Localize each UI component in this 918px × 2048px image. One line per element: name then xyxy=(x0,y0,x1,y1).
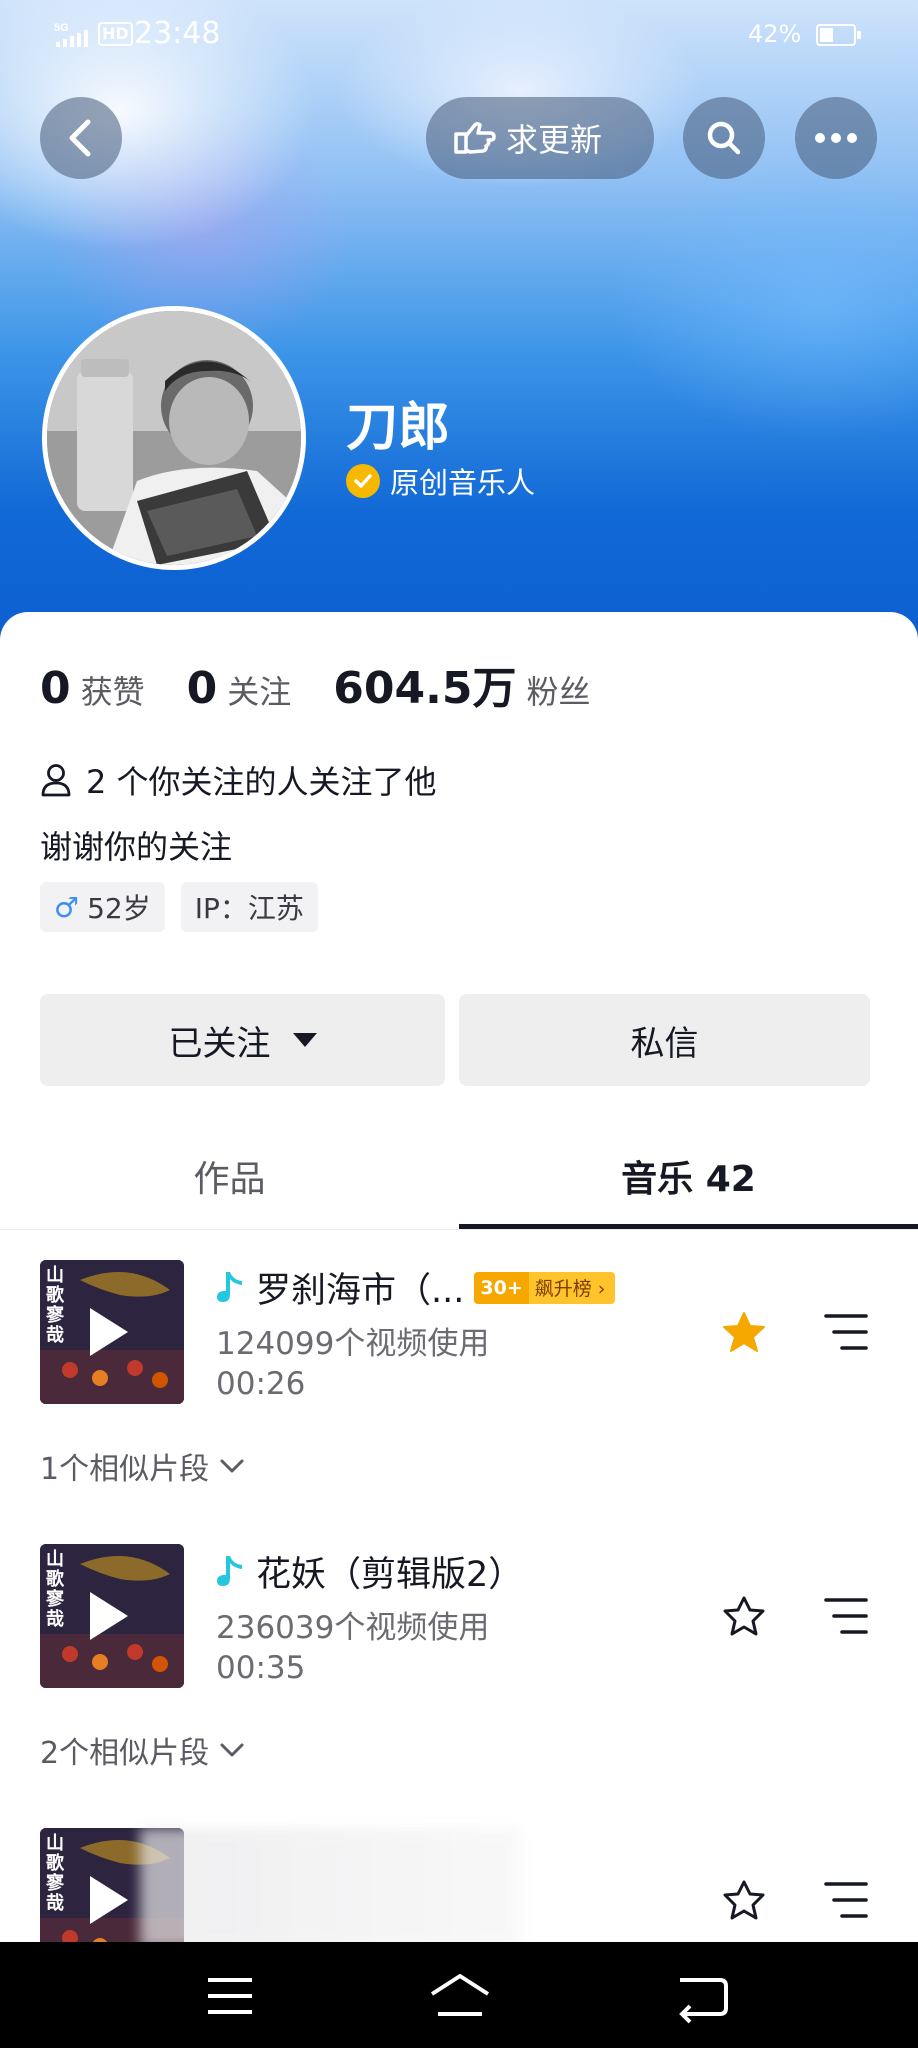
song-usage: 236039个视频使用 xyxy=(216,1610,490,1646)
request-update-button[interactable]: 求更新 xyxy=(426,97,654,179)
followers-count[interactable]: 604.5万 xyxy=(333,652,516,716)
menu-icon[interactable] xyxy=(200,1968,260,2024)
song-duration: 00:35 xyxy=(216,1650,306,1686)
tiktok-note-icon xyxy=(217,1271,242,1302)
favorite-button[interactable] xyxy=(718,1874,770,1926)
signal-icon: 5G xyxy=(54,22,88,47)
followed-button[interactable]: 已关注 xyxy=(40,994,445,1086)
bio-text: 谢谢你的关注 xyxy=(40,828,233,866)
favorite-button[interactable] xyxy=(718,1590,770,1642)
stats-row: 0 获赞 0 关注 604.5万 粉丝 xyxy=(40,652,632,716)
song-title-row[interactable]: 花妖（剪辑版2） xyxy=(216,1546,523,1597)
avatar[interactable] xyxy=(42,306,306,570)
star-outline-icon xyxy=(723,1880,765,1920)
svg-text:5G: 5G xyxy=(54,22,69,34)
profile-card: 0 获赞 0 关注 604.5万 粉丝 2 个你关注的人关注了他 谢谢你的关注 … xyxy=(0,612,918,1942)
tiktok-note-icon xyxy=(217,1555,242,1586)
age-text: 52岁 xyxy=(87,892,151,925)
mutual-follow-row[interactable]: 2 个你关注的人关注了他 xyxy=(40,757,437,803)
cover-title: 山歌寥哉 xyxy=(46,1833,64,1914)
music-cover[interactable]: 山歌寥哉 xyxy=(40,1544,184,1688)
avatar-photo xyxy=(47,311,301,565)
verification-label: 原创音乐人 xyxy=(390,466,536,500)
caret-down-icon xyxy=(292,1033,317,1047)
person-icon xyxy=(41,764,71,797)
chevron-down-icon xyxy=(220,1743,244,1757)
music-item[interactable]: 山歌寥哉 罗刹海市（... 30+ 飙升榜 › 124099个视频使用 00:2… xyxy=(0,1260,918,1500)
pointing-hand-icon xyxy=(454,121,496,154)
tab-music[interactable]: 音乐 42 xyxy=(459,1122,918,1230)
active-tab-indicator xyxy=(459,1224,918,1229)
song-duration: 00:26 xyxy=(216,1366,306,1402)
tab-works[interactable]: 作品 xyxy=(0,1122,459,1230)
star-filled-icon xyxy=(723,1312,765,1352)
playlist-menu-icon[interactable] xyxy=(822,1594,870,1638)
likes-label: 获赞 xyxy=(80,673,145,711)
battery-percent: 42% xyxy=(748,20,802,48)
music-item[interactable]: 山歌寥哉 花妖（剪辑版2） 236039个视频使用 00:35 2个相似片段 xyxy=(0,1544,918,1784)
home-icon[interactable] xyxy=(428,1968,492,2024)
clock: 23:48 xyxy=(134,16,221,51)
song-title: 花妖（剪辑版2） xyxy=(256,1555,524,1595)
battery-tip xyxy=(857,31,861,39)
message-label: 私信 xyxy=(630,1023,699,1064)
age-tag: ♂ 52岁 xyxy=(40,882,165,932)
playlist-menu-icon[interactable] xyxy=(822,1878,870,1922)
system-nav-bar xyxy=(0,1942,918,2048)
chart-rank: 30+ xyxy=(474,1271,529,1304)
chevron-down-icon xyxy=(220,1459,244,1473)
song-title: 罗刹海市（... xyxy=(256,1271,465,1311)
mutual-follow-text: 2 个你关注的人关注了他 xyxy=(86,763,437,801)
similar-clips-toggle[interactable]: 2个相似片段 xyxy=(40,1728,245,1772)
status-bar: 5G HD 23:48 42% xyxy=(0,0,918,70)
music-cover[interactable]: 山歌寥哉 xyxy=(40,1260,184,1404)
favorite-button[interactable] xyxy=(718,1306,770,1358)
verified-check-icon xyxy=(346,464,380,498)
song-title-row[interactable]: 罗刹海市（... 30+ 飙升榜 › xyxy=(216,1262,616,1313)
battery-icon xyxy=(816,24,861,46)
play-icon xyxy=(90,1592,128,1640)
cover-title: 山歌寥哉 xyxy=(46,1265,64,1346)
search-icon xyxy=(707,121,741,155)
playlist-menu-icon[interactable] xyxy=(822,1310,870,1354)
ip-tag: IP：江苏 xyxy=(180,882,318,932)
verification-row: 原创音乐人 xyxy=(346,460,535,502)
likes-count: 0 xyxy=(40,663,71,714)
followed-label: 已关注 xyxy=(168,1023,271,1064)
profile-name: 刀郎 xyxy=(346,398,451,458)
following-label[interactable]: 关注 xyxy=(227,667,291,713)
chart-badge[interactable]: 30+ 飙升榜 › xyxy=(474,1271,616,1304)
back-nav-icon[interactable] xyxy=(672,1968,732,2024)
star-outline-icon xyxy=(723,1596,765,1636)
similar-clips-label: 2个相似片段 xyxy=(40,1736,210,1771)
battery-fill xyxy=(820,28,833,42)
similar-clips-toggle[interactable]: 1个相似片段 xyxy=(40,1444,245,1488)
request-update-label: 求更新 xyxy=(506,121,603,159)
play-icon xyxy=(90,1876,128,1924)
chart-label: 飙升榜 › xyxy=(534,1278,606,1300)
more-dots-icon xyxy=(815,133,857,143)
following-count[interactable]: 0 xyxy=(187,663,218,714)
back-arrow-icon xyxy=(69,119,91,157)
more-button[interactable] xyxy=(795,97,877,179)
similar-clips-label: 1个相似片段 xyxy=(40,1452,210,1487)
followers-label[interactable]: 粉丝 xyxy=(526,667,590,713)
search-button[interactable] xyxy=(683,97,765,179)
blurred-song-info xyxy=(140,1828,520,1942)
song-usage: 124099个视频使用 xyxy=(216,1326,490,1362)
male-icon: ♂ xyxy=(54,890,80,924)
music-item[interactable]: 山歌寥哉 xyxy=(0,1828,918,1942)
back-button[interactable] xyxy=(40,97,122,179)
cover-title: 山歌寥哉 xyxy=(46,1549,64,1630)
play-icon xyxy=(90,1308,128,1356)
message-button[interactable]: 私信 xyxy=(459,994,870,1086)
profile-tags: ♂ 52岁 IP：江苏 xyxy=(40,882,334,932)
hd-indicator: HD xyxy=(98,22,133,46)
content-tabs: 作品 音乐 42 xyxy=(0,1122,918,1230)
